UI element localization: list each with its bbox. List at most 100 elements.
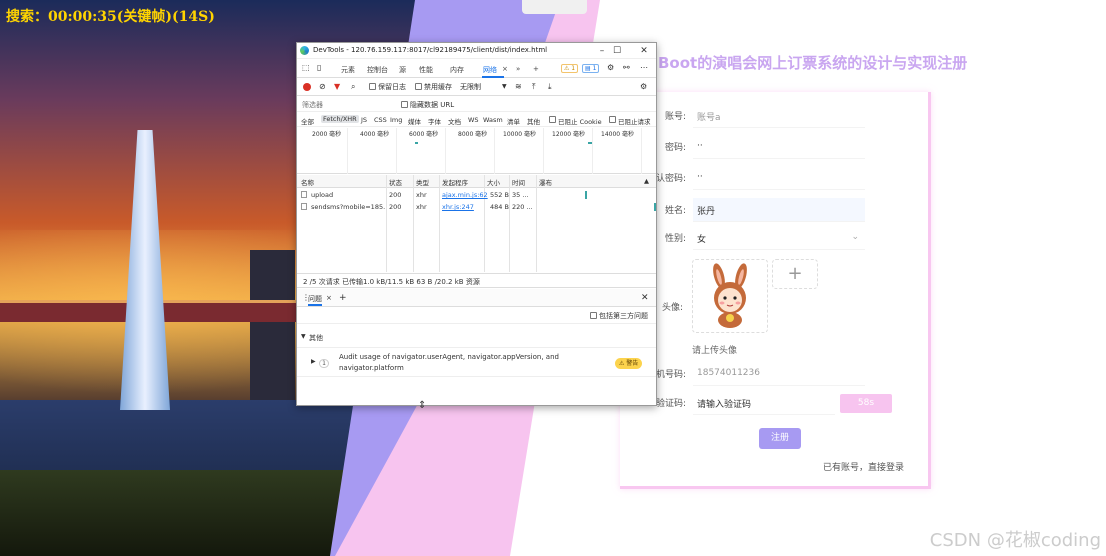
tab-console[interactable]: 控制台: [367, 65, 388, 75]
info-count-badge[interactable]: ▤ 1: [582, 64, 600, 73]
upload-hint: 请上传头像: [692, 346, 738, 356]
gender-label: 性别:: [664, 234, 686, 244]
type-filter-doc[interactable]: 文档: [448, 116, 461, 126]
register-button[interactable]: 注册: [759, 428, 801, 449]
request-initiator-link[interactable]: xhr.js:247: [442, 203, 474, 211]
column-type[interactable]: 类型: [416, 177, 429, 187]
third-party-checkbox[interactable]: [590, 312, 597, 319]
minimize-icon[interactable]: –: [595, 45, 609, 57]
request-status: 200: [389, 203, 402, 211]
tab-issues[interactable]: 问题: [308, 294, 322, 306]
tab-memory[interactable]: 内存: [450, 65, 464, 75]
code-input[interactable]: 请输入验证码: [693, 391, 835, 415]
tab-network[interactable]: 网络: [483, 65, 497, 75]
column-waterfall[interactable]: 瀑布: [539, 177, 552, 187]
type-filter-ws[interactable]: WS: [468, 116, 479, 124]
filter-input[interactable]: 筛选器: [302, 100, 323, 110]
link-icon[interactable]: ⚯: [623, 64, 630, 72]
confirm-password-input[interactable]: ··: [693, 166, 865, 190]
throttle-select[interactable]: 无限制: [460, 82, 481, 92]
tab-elements[interactable]: 元素: [341, 65, 355, 75]
clear-icon[interactable]: ⊘: [319, 83, 326, 91]
filter-icon[interactable]: ▼: [334, 83, 340, 91]
type-filter-wasm[interactable]: Wasm: [483, 116, 503, 124]
close-drawer-icon[interactable]: ✕: [641, 293, 649, 303]
devtools-tabbar: ⬚ ▯ 元素 控制台 源 性能 内存 网络 × » + ⚠ 1 ▤ 1 ⚙ ⚯ …: [297, 60, 656, 78]
column-size[interactable]: 大小: [487, 177, 500, 187]
column-name[interactable]: 名称: [301, 177, 314, 187]
avatar-label: 头像:: [661, 303, 683, 313]
column-time[interactable]: 时间: [512, 177, 525, 187]
type-filter-fetch-xhr[interactable]: Fetch/XHR: [321, 115, 359, 123]
upload-icon[interactable]: ⤒: [532, 83, 536, 91]
add-avatar-button[interactable]: +: [772, 259, 818, 289]
account-row: 账号: 账号a: [620, 104, 931, 128]
type-filter-other[interactable]: 其他: [527, 116, 540, 126]
issues-group-header[interactable]: ▼ 其他: [297, 330, 656, 344]
download-icon[interactable]: ⤓: [548, 83, 552, 91]
name-input[interactable]: 张丹: [693, 198, 865, 222]
timeline-gridline: [347, 128, 348, 174]
blocked-cookies-checkbox[interactable]: [549, 116, 556, 123]
timeline-gridline: [641, 128, 642, 174]
gender-value: 女: [697, 235, 707, 245]
password-label: 密码:: [664, 143, 686, 153]
gear-icon[interactable]: ⚙: [607, 64, 614, 72]
phone-input[interactable]: 18574011236: [693, 362, 865, 386]
issue-item[interactable]: ▶ 1 Audit usage of navigator.userAgent, …: [297, 347, 656, 377]
login-link[interactable]: 已有账号，直接登录: [823, 460, 904, 473]
tab-performance[interactable]: 性能: [419, 65, 433, 75]
type-filter-media[interactable]: 媒体: [408, 116, 421, 126]
column-initiator[interactable]: 发起程序: [442, 177, 468, 187]
account-input[interactable]: 账号a: [693, 104, 865, 128]
column-status[interactable]: 状态: [389, 177, 402, 187]
gender-select[interactable]: 女 ⌄: [693, 226, 865, 250]
close-tab-icon[interactable]: ×: [326, 294, 332, 302]
network-toolbar: ⊘ ▼ ⌕ 保留日志 禁用缓存 无限制 ▼ ≋ ⤒ ⤓ ⚙: [297, 79, 656, 96]
add-tab-icon[interactable]: +: [339, 293, 347, 303]
request-row-upload[interactable]: upload 200 xhr ajax.min.js:62 552 B 35 .…: [297, 189, 656, 201]
maximize-icon[interactable]: ☐: [610, 45, 624, 57]
sort-up-icon[interactable]: ▲: [644, 177, 649, 185]
type-filter-img[interactable]: Img: [390, 116, 402, 124]
type-filter-js[interactable]: JS: [361, 116, 367, 124]
device-toolbar-icon[interactable]: ▯: [317, 64, 321, 72]
record-icon[interactable]: [303, 83, 311, 91]
timeline-request-mark: [415, 142, 418, 144]
network-settings-gear-icon[interactable]: ⚙: [640, 83, 647, 91]
csdn-watermark: CSDN @花椒coding: [929, 530, 1101, 551]
requests-table-header: 名称 状态 类型 发起程序 大小 时间 瀑布 ▲: [297, 175, 656, 188]
type-filter-all[interactable]: 全部: [301, 116, 314, 126]
blocked-requests-checkbox[interactable]: [609, 116, 616, 123]
request-status: 200: [389, 191, 402, 199]
disable-cache-checkbox[interactable]: [415, 83, 422, 90]
request-row-sendsms[interactable]: sendsms?mobile=185... 200 xhr xhr.js:247…: [297, 201, 656, 213]
preserve-log-checkbox[interactable]: [369, 83, 376, 90]
type-filter-manifest[interactable]: 清单: [507, 116, 520, 126]
info-count: 1: [592, 65, 597, 72]
network-timeline-overview[interactable]: 2000 毫秒 4000 毫秒 6000 毫秒 8000 毫秒 10000 毫秒…: [297, 128, 656, 174]
type-filter-font[interactable]: 字体: [428, 116, 441, 126]
search-icon[interactable]: ⌕: [351, 83, 355, 91]
phone-row: 手机号码: 18574011236: [620, 362, 931, 386]
more-menu-icon[interactable]: ⋯: [640, 64, 648, 72]
waterfall-bar: [654, 203, 656, 211]
inspect-icon[interactable]: ⬚: [302, 64, 310, 72]
devtools-titlebar[interactable]: DevTools - 120.76.159.117:8017/cl9218947…: [297, 43, 656, 59]
send-code-button[interactable]: 58s: [840, 394, 892, 413]
request-initiator-link[interactable]: ajax.min.js:62: [442, 191, 488, 199]
chevron-right-icon: ▶: [311, 358, 316, 365]
tab-sources[interactable]: 源: [399, 65, 406, 75]
add-tab-icon[interactable]: +: [533, 65, 539, 73]
close-tab-icon[interactable]: ×: [502, 65, 508, 73]
warning-count-badge[interactable]: ⚠ 1: [561, 64, 579, 73]
request-time: 220 ...: [512, 203, 533, 211]
more-tabs-icon[interactable]: »: [516, 65, 520, 73]
wifi-icon[interactable]: ≋: [515, 83, 522, 91]
hide-data-urls-checkbox[interactable]: [401, 101, 408, 108]
password-input[interactable]: ··: [693, 135, 865, 159]
type-filter-css[interactable]: CSS: [374, 116, 387, 124]
close-icon[interactable]: ✕: [637, 45, 651, 57]
avatar-image[interactable]: [692, 259, 768, 333]
issue-warning-label: 警告: [626, 360, 639, 367]
